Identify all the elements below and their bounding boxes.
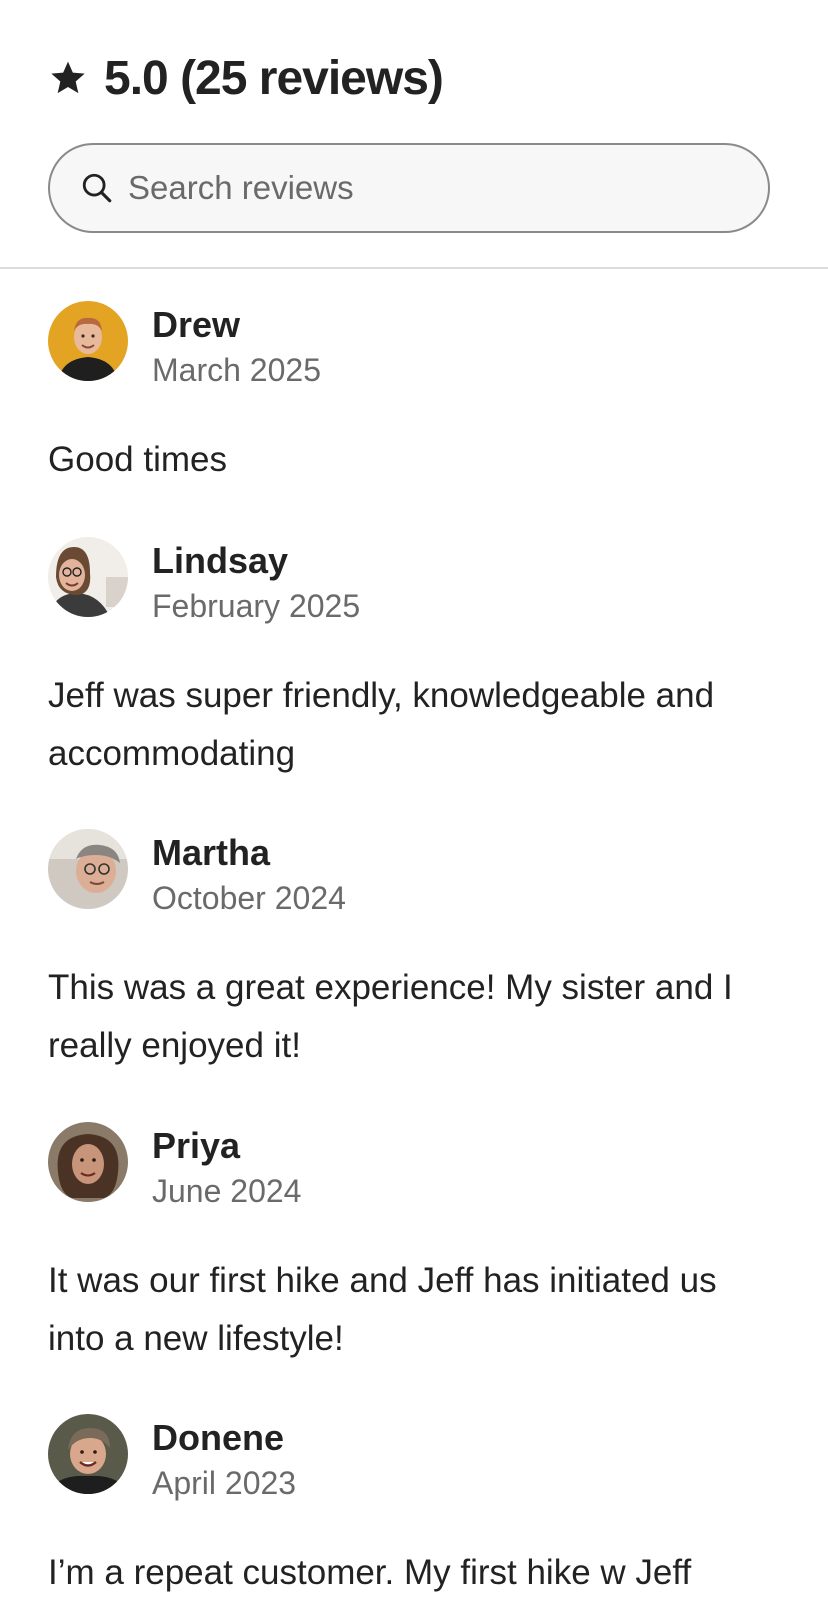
review-text: Good times bbox=[48, 440, 227, 479]
review-item: Donene April 2023 I’m a repeat customer.… bbox=[48, 1414, 778, 1602]
reviewer-name: Priya bbox=[152, 1125, 241, 1166]
avatar[interactable] bbox=[48, 1414, 128, 1494]
reviewer-header: Drew March 2025 bbox=[48, 301, 778, 401]
reviewer-header: Donene April 2023 bbox=[48, 1414, 778, 1514]
review-date: June 2024 bbox=[152, 1173, 302, 1209]
review-text: Jeff was super friendly, knowledgeable a… bbox=[48, 676, 715, 773]
review-item: Priya June 2024 It was our first hike an… bbox=[48, 1122, 778, 1368]
review-text: This was a great experience! My sister a… bbox=[48, 968, 733, 1065]
review-text: I’m a repeat customer. My first hike w J… bbox=[48, 1553, 692, 1592]
avatar[interactable] bbox=[48, 537, 128, 617]
review-item: Martha October 2024 This was a great exp… bbox=[48, 829, 778, 1075]
search-icon bbox=[80, 171, 114, 205]
rating-summary: 5.0 (25 reviews) bbox=[104, 51, 444, 105]
search-input[interactable] bbox=[128, 169, 728, 207]
reviewer-name: Drew bbox=[152, 304, 241, 345]
avatar[interactable] bbox=[48, 829, 128, 909]
review-item: Lindsay February 2025 Jeff was super fri… bbox=[48, 537, 778, 783]
reviewer-name: Lindsay bbox=[152, 540, 289, 581]
reviewer-header: Priya June 2024 bbox=[48, 1122, 778, 1222]
reviewer-name: Martha bbox=[152, 832, 271, 873]
avatar[interactable] bbox=[48, 301, 128, 381]
review-date: March 2025 bbox=[152, 352, 321, 388]
reviewer-header: Lindsay February 2025 bbox=[48, 537, 778, 637]
reviews-header: 5.0 (25 reviews) bbox=[48, 46, 444, 110]
review-text: It was our first hike and Jeff has initi… bbox=[48, 1261, 717, 1358]
divider bbox=[0, 267, 828, 269]
reviewer-header: Martha October 2024 bbox=[48, 829, 778, 929]
star-icon bbox=[48, 58, 88, 98]
review-date: October 2024 bbox=[152, 880, 346, 916]
avatar[interactable] bbox=[48, 1122, 128, 1202]
review-date: February 2025 bbox=[152, 588, 361, 624]
reviewer-name: Donene bbox=[152, 1417, 285, 1458]
search-bar[interactable] bbox=[48, 143, 770, 233]
review-item: Drew March 2025 Good times bbox=[48, 301, 778, 489]
review-date: April 2023 bbox=[152, 1465, 297, 1501]
